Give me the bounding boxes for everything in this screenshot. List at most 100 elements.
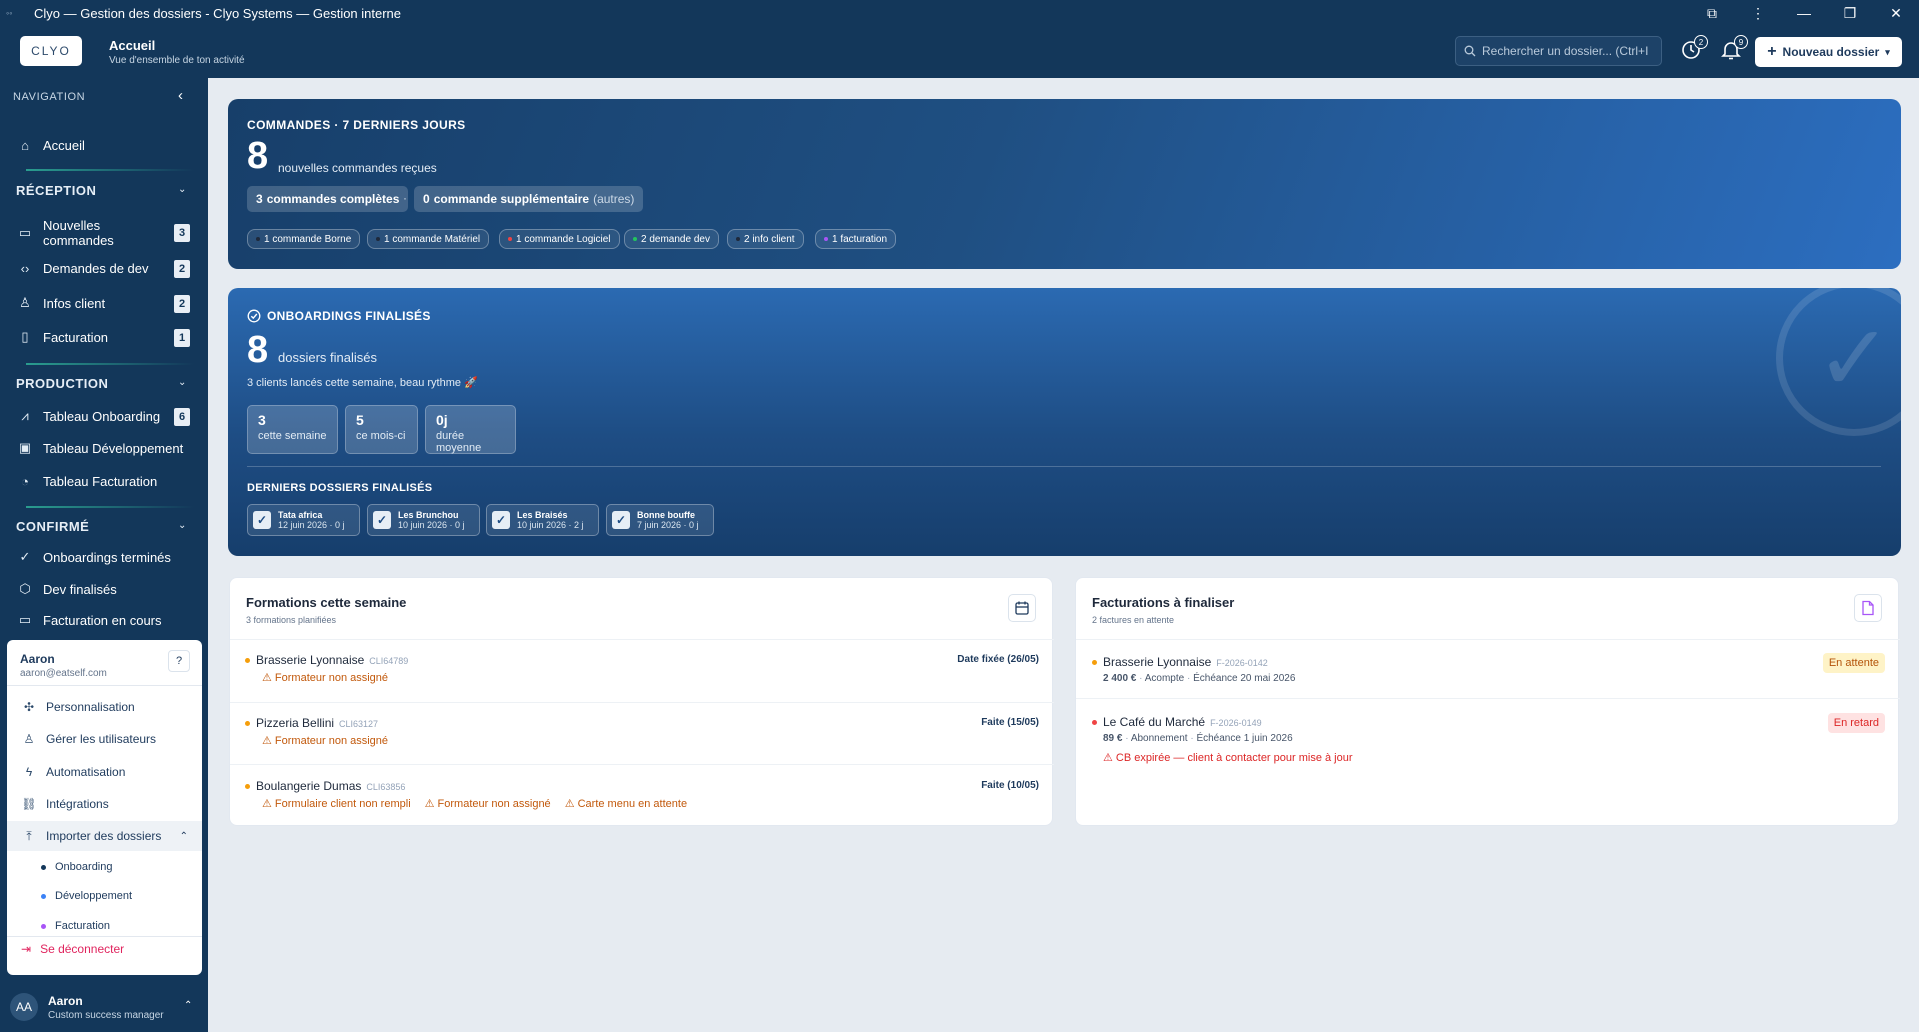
sidebar-item-facturation[interactable]: ▯ Facturation 1 [16,323,196,351]
collapse-sidebar-icon[interactable]: ‹ [178,87,183,104]
menu-item-label: Gérer les utilisateurs [46,732,157,746]
finalized-date: 7 juin 2026 · 0 j [637,520,699,530]
logout-icon: ⇥ [21,942,32,956]
order-tag-dev[interactable]: 2 demande dev [624,229,719,249]
tag-label: 1 commande Borne [264,233,352,245]
warning-text: ⚠ Formateur non assigné [262,735,389,747]
new-dossier-button[interactable]: + Nouveau dossier ▾ [1755,37,1902,67]
menu-item-integrations[interactable]: ⛓ Intégrations [7,789,202,819]
complete-orders-pill[interactable]: 3 commandes complètes [247,186,409,212]
sidebar-item-label: Tableau Onboarding [43,408,161,424]
sidebar-item-facturation-en-cours[interactable]: ▭ Facturation en cours [16,606,196,634]
divider [7,685,202,686]
finalized-item[interactable]: ✓ Bonne bouffe 7 juin 2026 · 0 j [606,504,714,536]
client-code: CLI63127 [339,719,379,729]
sidebar-item-infos-client[interactable]: ♙ Infos client 2 [16,289,196,317]
finalized-item[interactable]: ✓ Les Brunchou 10 juin 2026 · 0 j [367,504,480,536]
menu-item-personnalisation[interactable]: ✣ Personnalisation [7,692,202,722]
finalized-item[interactable]: ✓ Les Braisés 10 juin 2026 · 2 j [486,504,599,536]
stat-value: 3 [258,412,266,428]
chevron-up-icon[interactable]: ⌃ [184,1000,192,1011]
close-button[interactable]: ✕ [1873,5,1919,22]
orders-count: 8 [247,135,269,177]
nav-header: NAVIGATION [13,91,86,103]
sidebar-item-tableau-facturation[interactable]: ◔ Tableau Facturation [16,467,196,495]
stat-week: 3 cette semaine [247,405,338,454]
menu-item-label: Automatisation [46,765,126,779]
bullet-icon [41,864,46,870]
section-confirme[interactable]: CONFIRMÉ [16,519,89,534]
restore-button[interactable]: ❐ [1827,5,1873,22]
menu-item-importer-dossiers[interactable]: ⤒ Importer des dossiers ⌃ [7,821,202,851]
section-reception[interactable]: RÉCEPTION [16,183,96,198]
order-tag-facturation[interactable]: 1 facturation [815,229,897,249]
box-icon: ▣ [18,440,32,455]
document-icon[interactable] [1854,594,1882,622]
brand-logo[interactable]: CLYO [20,36,82,66]
sidebar-item-demandes-dev[interactable]: ‹› Demandes de dev 2 [16,254,196,282]
extra-orders-pill[interactable]: 0 commande supplémentaire (autres) [414,186,644,212]
app-icon: ◦◦ [6,8,13,18]
notifications-button[interactable]: 9 [1720,35,1748,65]
order-tag-logiciel[interactable]: 1 commande Logiciel [499,229,620,249]
onboardings-count-label: dossiers finalisés [278,350,377,365]
profile-footer[interactable]: AA Aaron Custom success manager ⌃ [0,982,208,1032]
sidebar-item-label: Tableau Facturation [43,473,158,489]
separator: · [1125,733,1129,744]
warning-text: ⚠ Formateur non assigné [424,798,551,810]
help-button[interactable]: ? [168,650,190,672]
order-tag-borne[interactable]: 1 commande Borne [247,229,361,249]
sidebar-item-dev-finalises[interactable]: ⬡ Dev finalisés [16,575,196,603]
onboardings-title: ONBOARDINGS FINALISÉS [267,309,431,323]
window-title: Clyo — Gestion des dossiers - Clyo Syste… [34,5,402,21]
tag-dot [736,237,740,241]
training-status: Date fixée (26/05) [957,654,1039,665]
chevron-down-icon[interactable]: ⌄ [178,520,186,531]
invoice-alert: ⚠ CB expirée — client à contacter pour m… [1103,752,1353,764]
finalized-item[interactable]: ✓ Tata africa 12 juin 2026 · 0 j [247,504,360,536]
logout-button[interactable]: ⇥ Se déconnecter [21,942,124,956]
sidebar-item-label: Onboardings terminés [43,549,171,565]
status-dot [245,658,250,663]
section-production[interactable]: PRODUCTION [16,376,108,391]
finalized-name: Les Braisés [517,510,568,520]
search-input[interactable]: Rechercher un dossier... (Ctrl+I [1455,36,1662,66]
calendar-icon[interactable] [1008,594,1036,622]
chevron-down-icon[interactable]: ⌄ [178,184,186,195]
sidebar-item-nouvelles-commandes[interactable]: ▭ Nouvelles commandes 3 [16,213,196,253]
bullet-icon [41,893,46,899]
tag-label: 1 commande Logiciel [516,233,611,245]
sidebar-item-label: Dev finalisés [43,581,117,597]
sidebar-item-onboardings-termines[interactable]: ✓ Onboardings terminés [16,543,196,571]
sidebar-item-tableau-onboarding[interactable]: ⩘ Tableau Onboarding 6 [16,402,196,430]
divider [230,764,1054,765]
upload-icon: ⤒ [26,828,32,843]
submenu-item-developpement[interactable]: Développement [41,890,132,902]
order-tag-info-client[interactable]: 2 info client [727,229,804,249]
chevron-down-icon[interactable]: ⌄ [178,377,186,388]
separator: · [1190,733,1194,744]
invoice-amount: 2 400 € [1103,673,1137,684]
menu-item-gerer-utilisateurs[interactable]: ♙ Gérer les utilisateurs [7,724,202,754]
orders-title: COMMANDES · 7 DERNIERS JOURS [247,118,466,132]
sidebar-item-label: Facturation en cours [43,612,162,628]
invoice-type: Acompte [1144,673,1185,684]
order-tag-materiel[interactable]: 1 commande Matériel [367,229,490,249]
onboardings-count: 8 [247,329,269,371]
palette-icon: ✣ [23,700,35,714]
sidebar-item-label: Nouvelles commandes [43,218,114,248]
history-button[interactable]: 2 [1680,35,1708,65]
avatar: AA [10,993,38,1021]
minimize-button[interactable]: — [1781,5,1827,21]
invoice-ref: F-2026-0149 [1210,718,1262,728]
sidebar-item-accueil[interactable]: ⌂ Accueil [16,131,196,159]
menu-item-automatisation[interactable]: ϟ Automatisation [7,757,202,787]
more-options-icon[interactable]: ⋮ [1735,5,1781,22]
onboardings-card: ✓ ONBOARDINGS FINALISÉS 8 dossiers final… [228,288,1901,556]
extensions-icon[interactable]: ⧉ [1689,5,1735,22]
hexagon-icon: ⬡ [19,581,31,596]
stat-label: cette semaine [258,430,327,442]
submenu-item-facturation[interactable]: Facturation [41,920,110,932]
submenu-item-onboarding[interactable]: Onboarding [41,861,113,873]
sidebar-item-tableau-developpement[interactable]: ▣ Tableau Développement [16,434,196,462]
